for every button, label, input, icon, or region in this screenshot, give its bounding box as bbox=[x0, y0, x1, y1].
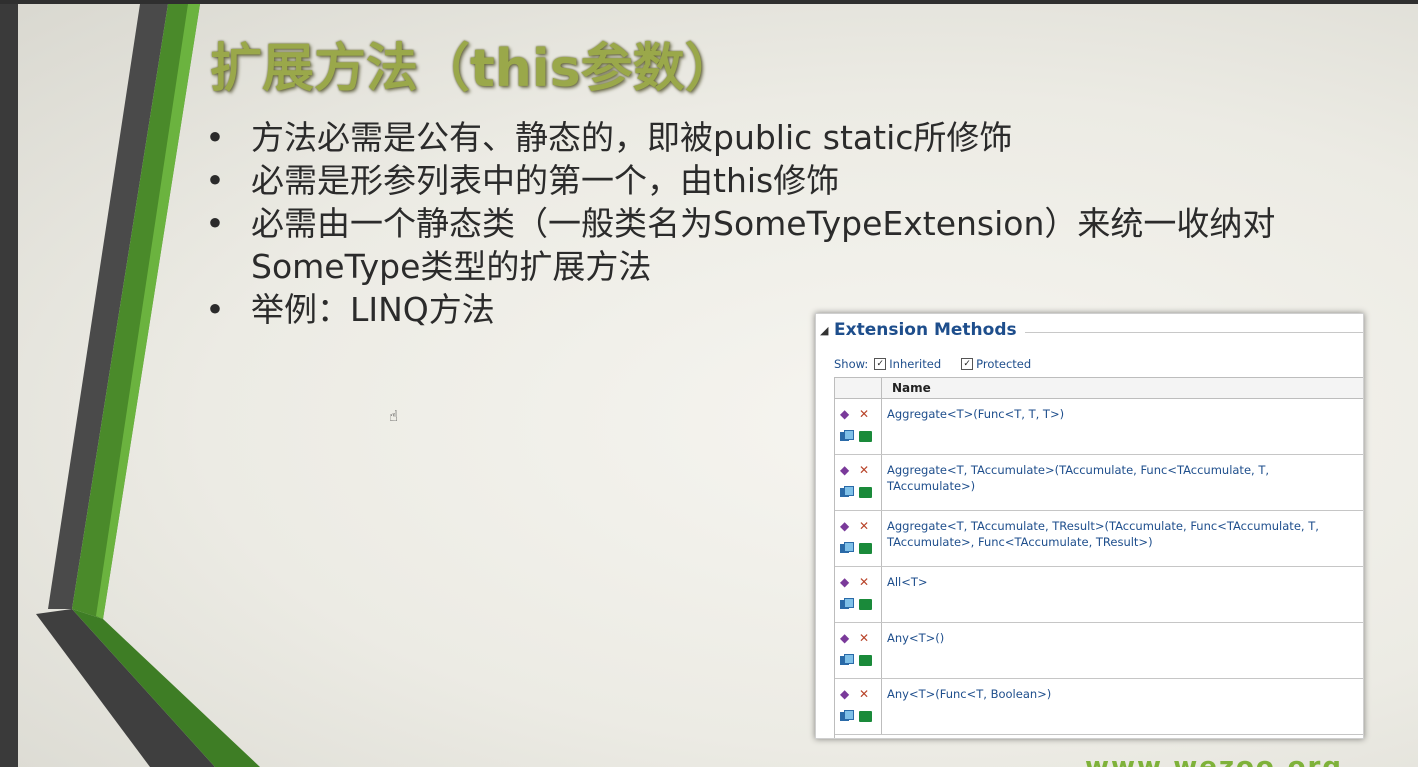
footer-logo: www.wezoo.org bbox=[1085, 752, 1343, 767]
public-method-icon bbox=[840, 654, 854, 666]
hand-cursor-icon: ☝ bbox=[389, 407, 399, 425]
row-icons: ◆ ✕ bbox=[835, 399, 882, 454]
assembly-icon bbox=[859, 655, 872, 666]
assembly-icon bbox=[859, 599, 872, 610]
static-icon: ✕ bbox=[859, 519, 870, 533]
table-row: ◆ ✕ Aggregate<T, TAccumulate, TResult>(T… bbox=[835, 511, 1363, 567]
extension-method-icon: ◆ bbox=[840, 519, 850, 533]
bullet-text: 必需是形参列表中的第一个，由this修饰 bbox=[251, 161, 840, 200]
row-icons: ◆ ✕ bbox=[835, 623, 882, 678]
static-icon: ✕ bbox=[859, 687, 870, 701]
method-link[interactable]: All<T> bbox=[882, 567, 1363, 622]
panel-header[interactable]: ◢ Extension Methods bbox=[820, 318, 1363, 342]
table-row: ◆ ✕ Aggregate<T, TAccumulate>(TAccumulat… bbox=[835, 455, 1363, 511]
assembly-icon bbox=[859, 711, 872, 722]
dark-bottom-wedge bbox=[36, 609, 215, 767]
protected-label[interactable]: Protected bbox=[976, 357, 1031, 371]
bullet-dot: • bbox=[205, 118, 225, 157]
bullet-item: • 必需是形参列表中的第一个，由this修饰 bbox=[205, 159, 1345, 202]
public-method-icon bbox=[840, 430, 854, 442]
static-icon: ✕ bbox=[859, 631, 870, 645]
table-row: ◆ ✕ Any<T>(Func<T, Boolean>) bbox=[835, 679, 1363, 735]
protected-checkbox[interactable]: ✓ bbox=[961, 358, 974, 370]
row-icons: ◆ ✕ bbox=[835, 679, 882, 734]
inherited-label[interactable]: Inherited bbox=[889, 357, 941, 371]
assembly-icon bbox=[859, 431, 872, 442]
assembly-icon bbox=[859, 543, 872, 554]
header-divider bbox=[1024, 331, 1363, 333]
extension-method-icon: ◆ bbox=[840, 463, 850, 477]
bullet-dot: • bbox=[205, 290, 225, 329]
assembly-icon bbox=[859, 487, 872, 498]
slide: 扩展方法（this参数） • 方法必需是公有、静态的，即被public stat… bbox=[0, 4, 1418, 767]
row-icons: ◆ ✕ bbox=[835, 511, 882, 566]
method-link[interactable]: Any<T>() bbox=[882, 623, 1363, 678]
static-icon: ✕ bbox=[859, 575, 870, 589]
slide-title: 扩展方法（this参数） bbox=[210, 39, 737, 99]
table-row: ◆ ✕ Any<T>() bbox=[835, 623, 1363, 679]
icon-column-header bbox=[835, 378, 882, 398]
extension-methods-panel: ◢ Extension Methods Show: ✓ Inherited ✓ … bbox=[815, 313, 1364, 739]
inherited-checkbox[interactable]: ✓ bbox=[874, 358, 887, 370]
bullet-text: 方法必需是公有、静态的，即被public static所修饰 bbox=[251, 118, 1013, 157]
method-link[interactable]: Aggregate<T, TAccumulate, TResult>(TAccu… bbox=[882, 511, 1363, 566]
bullet-dot: • bbox=[205, 204, 225, 243]
name-column-header[interactable]: Name bbox=[882, 378, 1363, 398]
bullet-item: • 方法必需是公有、静态的，即被public static所修饰 bbox=[205, 116, 1345, 159]
bullet-item: • 必需由一个静态类（一般类名为SomeTypeExtension）来统一收纳对… bbox=[205, 202, 1345, 288]
static-icon: ✕ bbox=[859, 463, 870, 477]
extension-method-icon: ◆ bbox=[840, 687, 850, 701]
public-method-icon bbox=[840, 542, 854, 554]
public-method-icon bbox=[840, 710, 854, 722]
members-table: Name ◆ ✕ Aggregate<T>(Func<T, T, T>) ◆ ✕ bbox=[834, 377, 1363, 738]
table-row: ◆ ✕ Aggregate<T>(Func<T, T, T>) bbox=[835, 399, 1363, 455]
static-icon: ✕ bbox=[859, 407, 870, 421]
row-icons: ◆ ✕ bbox=[835, 455, 882, 510]
public-method-icon bbox=[840, 486, 854, 498]
method-link[interactable]: Aggregate<T, TAccumulate>(TAccumulate, F… bbox=[882, 455, 1363, 510]
row-icons: ◆ ✕ bbox=[835, 567, 882, 622]
extension-method-icon: ◆ bbox=[840, 631, 850, 645]
method-link[interactable]: Aggregate<T>(Func<T, T, T>) bbox=[882, 399, 1363, 454]
table-row: ◆ ✕ All<T> bbox=[835, 567, 1363, 623]
public-method-icon bbox=[840, 598, 854, 610]
table-header: Name bbox=[835, 378, 1363, 399]
show-filter-row: Show: ✓ Inherited ✓ Protected bbox=[834, 357, 1031, 371]
bullet-dot: • bbox=[205, 161, 225, 200]
extension-method-icon: ◆ bbox=[840, 575, 850, 589]
extension-method-icon: ◆ bbox=[840, 407, 850, 421]
panel-title: Extension Methods bbox=[834, 320, 1017, 340]
bullet-list: • 方法必需是公有、静态的，即被public static所修饰 • 必需是形参… bbox=[205, 116, 1345, 331]
bullet-text: 必需由一个静态类（一般类名为SomeTypeExtension）来统一收纳对So… bbox=[251, 204, 1276, 286]
method-link[interactable]: Any<T>(Func<T, Boolean>) bbox=[882, 679, 1363, 734]
show-label: Show: bbox=[834, 357, 869, 371]
bullet-text: 举例：LINQ方法 bbox=[251, 290, 495, 329]
collapse-triangle-icon[interactable]: ◢ bbox=[820, 324, 834, 337]
